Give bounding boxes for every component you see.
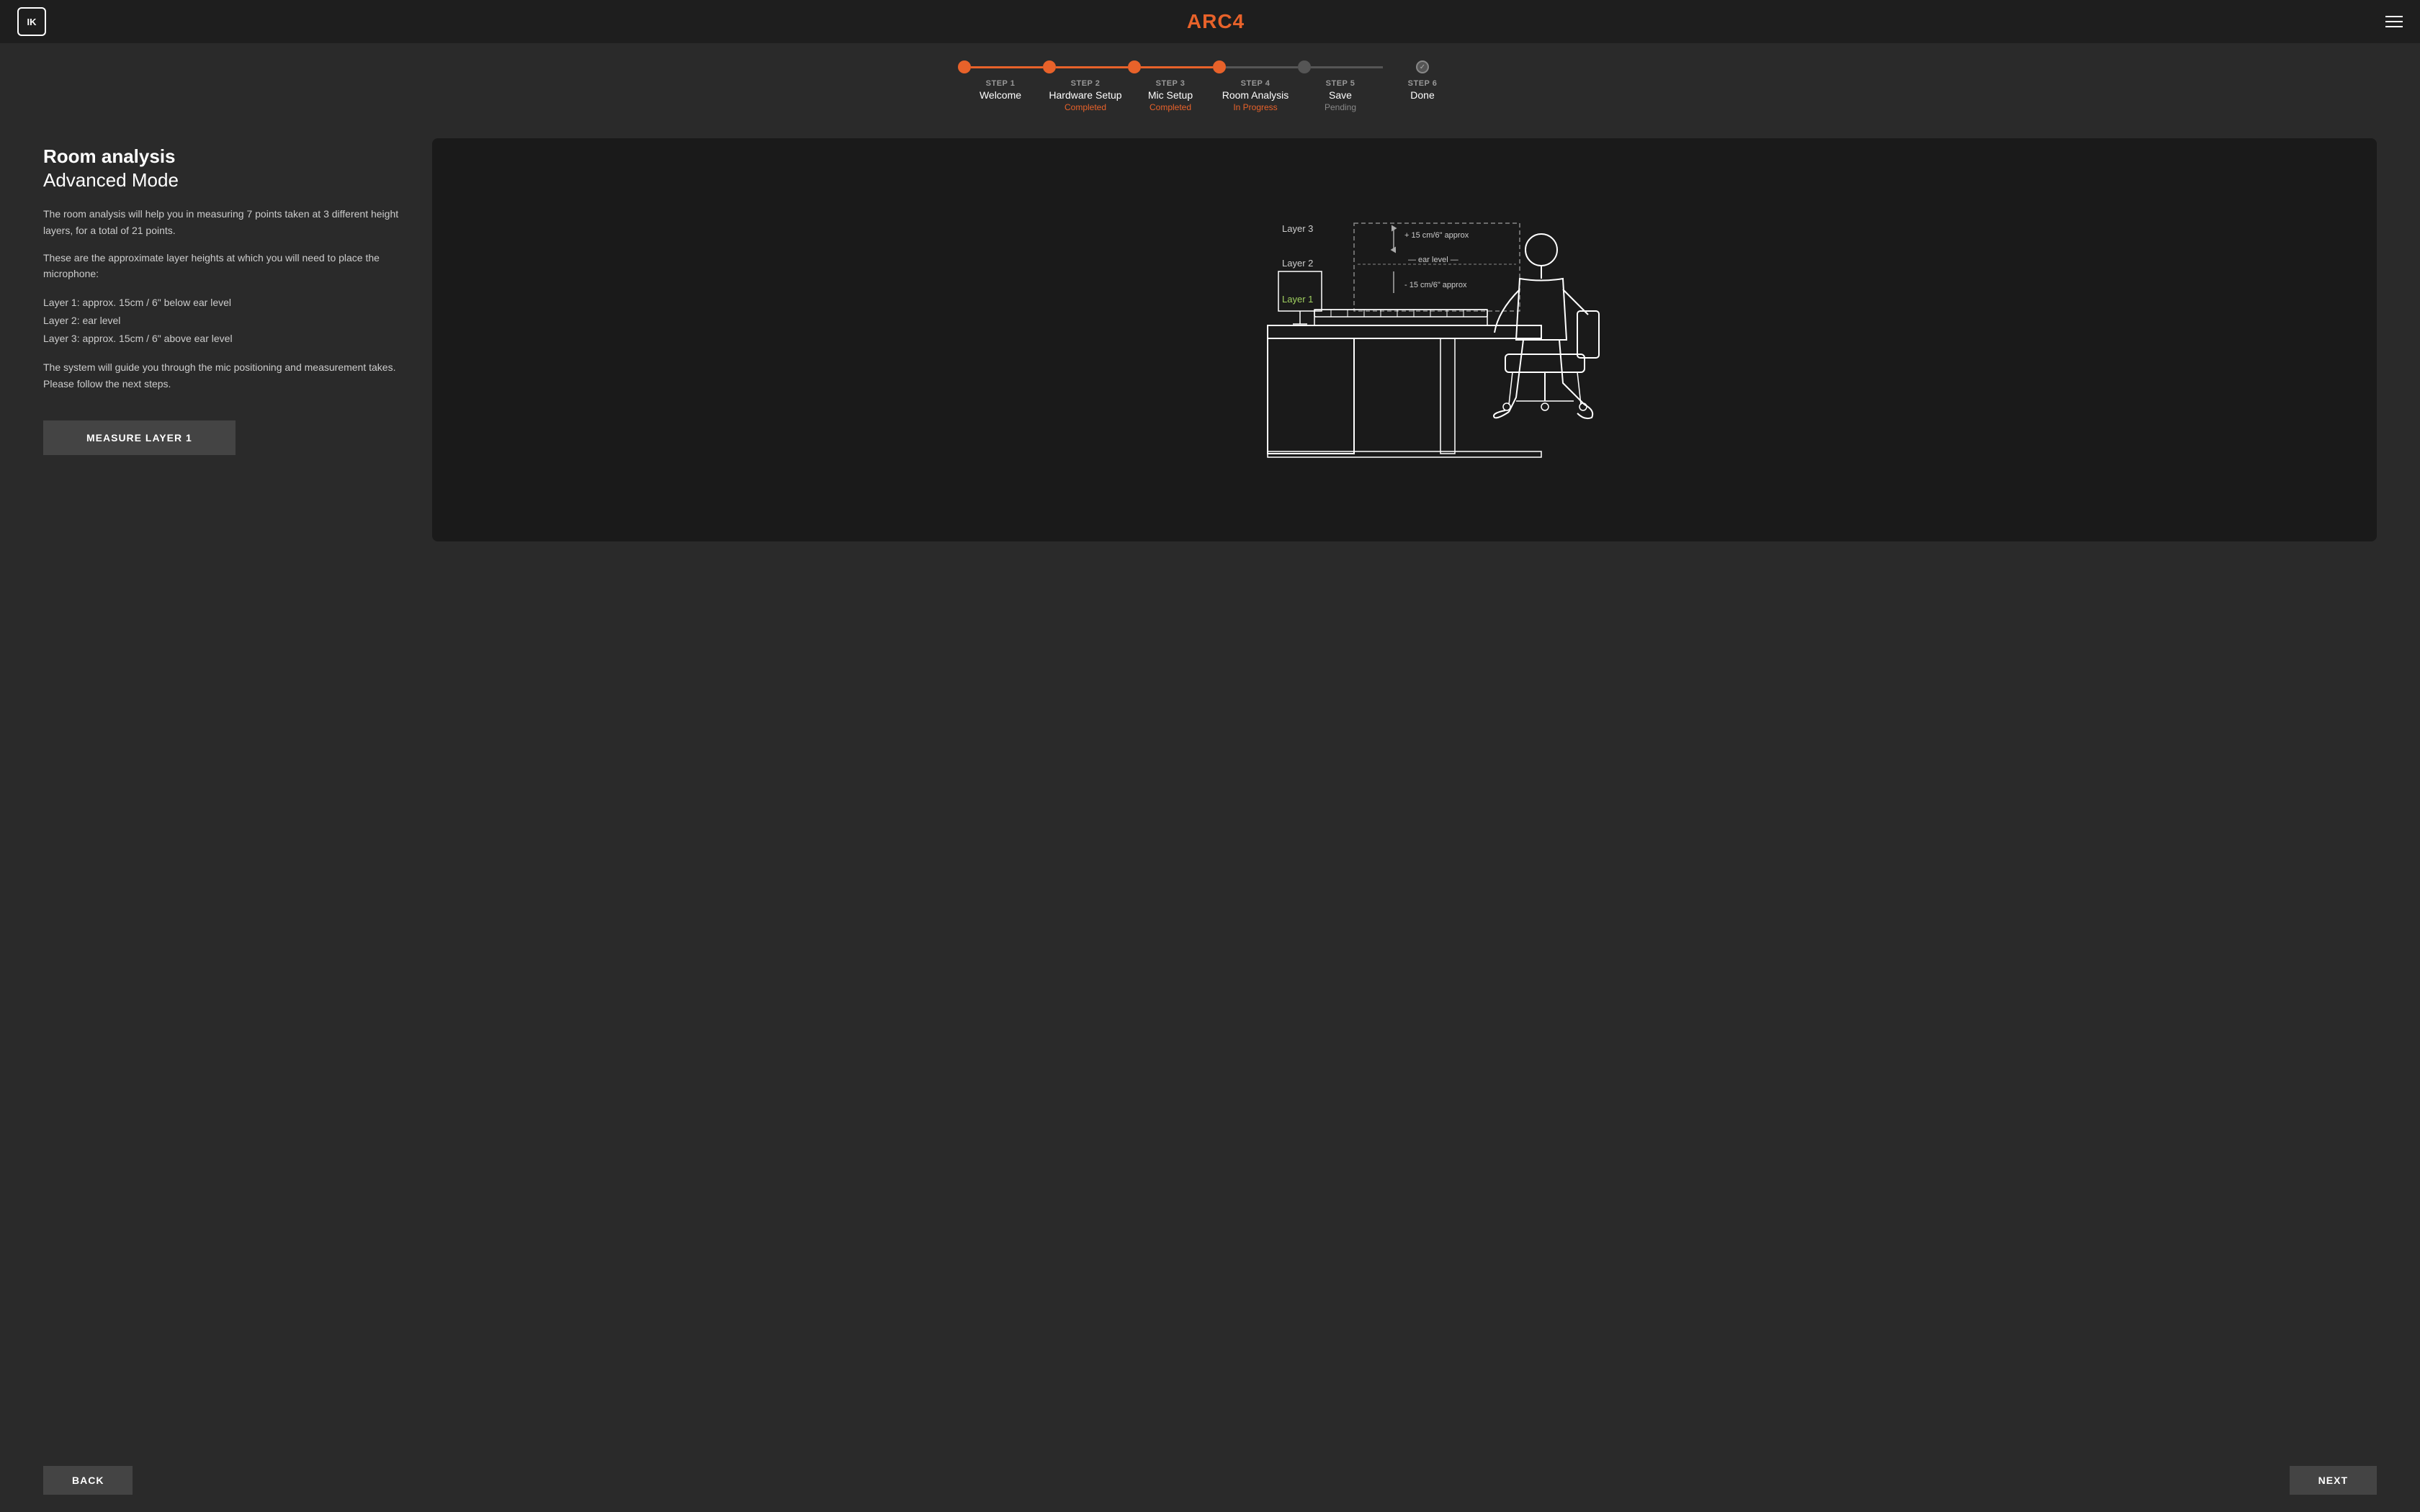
chair-wheel-1 [1503,403,1510,410]
app-header: IK ARC4 [0,0,2420,43]
app-footer: BACK NEXT [0,1454,2420,1512]
person-head [1525,234,1557,266]
layer3-label: Layer 3 [1282,223,1313,234]
chair-seat [1505,354,1585,372]
step-dot-step5 [1298,60,1311,73]
step-number-step5: STEP 5 [1301,79,1380,88]
left-panel: Room analysis Advanced Mode The room ana… [43,138,403,455]
step-label-step5: Save [1301,89,1380,101]
step-number-step1: STEP 1 [961,79,1040,88]
step-dot-step4 [1213,60,1226,73]
step-number-step3: STEP 3 [1131,79,1210,88]
progress-steps: STEP 1WelcomeSTEP 2Hardware SetupComplet… [0,43,2420,124]
step-line-step4 [1226,66,1298,68]
desk-left-panel [1268,338,1354,454]
step-label-step3: Mic Setup [1131,89,1210,101]
step-item-step4: STEP 4Room AnalysisIn Progress [1213,60,1298,112]
description-1: The room analysis will help you in measu… [43,206,403,238]
layer-3-text: Layer 3: approx. 15cm / 6" above ear lev… [43,330,403,348]
step-item-step1: STEP 1Welcome [958,60,1043,101]
step-line-step3 [1141,66,1213,68]
layer2-label: Layer 2 [1282,258,1313,269]
person-left-foot [1494,410,1509,418]
step-line-step5 [1311,66,1383,68]
app-title: ARC4 [1187,10,1245,33]
chair-wheel-center [1541,403,1549,410]
menu-line-3 [2385,26,2403,27]
monitor-screen [1278,271,1322,311]
measure-layer-button[interactable]: MEASURE LAYER 1 [43,420,236,455]
step-number-step4: STEP 4 [1216,79,1295,88]
menu-line-2 [2385,21,2403,22]
menu-line-1 [2385,16,2403,17]
keyboard-body [1314,310,1487,325]
next-button[interactable]: NEXT [2290,1466,2377,1495]
layer2-note: — ear level — [1408,256,1458,264]
layer-list: Layer 1: approx. 15cm / 6" below ear lev… [43,294,403,348]
logo-text: IK [27,17,37,27]
page-title: Room analysis [43,145,403,168]
diagram-panel: Layer 3 Layer 2 Layer 1 + 15 cm/6" appro… [432,138,2377,541]
page-subtitle: Advanced Mode [43,169,403,192]
step-number-step6: STEP 6 [1383,79,1462,88]
layer-1-text: Layer 1: approx. 15cm / 6" below ear lev… [43,294,403,312]
desk-right-leg [1440,338,1455,454]
step-dot-step3 [1128,60,1141,73]
step-line-step2 [1056,66,1128,68]
step-status-step3: Completed [1131,102,1210,112]
step-item-step3: STEP 3Mic SetupCompleted [1128,60,1213,112]
layer1-label: Layer 1 [1282,294,1313,305]
step-label-step1: Welcome [961,89,1040,101]
menu-button[interactable] [2385,16,2403,27]
step-item-step2: STEP 2Hardware SetupCompleted [1043,60,1128,112]
step-number-step2: STEP 2 [1046,79,1125,88]
description-2: These are the approximate layer heights … [43,250,403,282]
step-label-step2: Hardware Setup [1046,89,1125,101]
guide-text: The system will guide you through the mi… [43,359,403,392]
layer-2-text: Layer 2: ear level [43,312,403,330]
step-dot-step1 [958,60,971,73]
room-diagram-svg: Layer 3 Layer 2 Layer 1 + 15 cm/6" appro… [432,138,2377,541]
step-line-step1 [971,66,1043,68]
main-content: Room analysis Advanced Mode The room ana… [0,124,2420,1454]
step-status-step2: Completed [1046,102,1125,112]
chair-leg-1 [1509,372,1512,405]
chair-back [1577,311,1599,358]
step-label-step4: Room Analysis [1216,89,1295,101]
back-button[interactable]: BACK [43,1466,133,1495]
step-item-step6: ✓ STEP 6Done [1383,60,1462,101]
layer3-note: + 15 cm/6" approx [1404,231,1469,240]
desk-top [1268,325,1541,338]
chair-wheel-2 [1579,403,1587,410]
step-label-step6: Done [1383,89,1462,101]
layer1-note: - 15 cm/6" approx [1404,281,1467,289]
step-status-step4: In Progress [1216,102,1295,112]
app-logo: IK [17,7,46,36]
step-dot-step6: ✓ [1416,60,1429,73]
step-status-step5: Pending [1301,102,1380,112]
step-dot-step2 [1043,60,1056,73]
step-item-step5: STEP 5SavePending [1298,60,1383,112]
